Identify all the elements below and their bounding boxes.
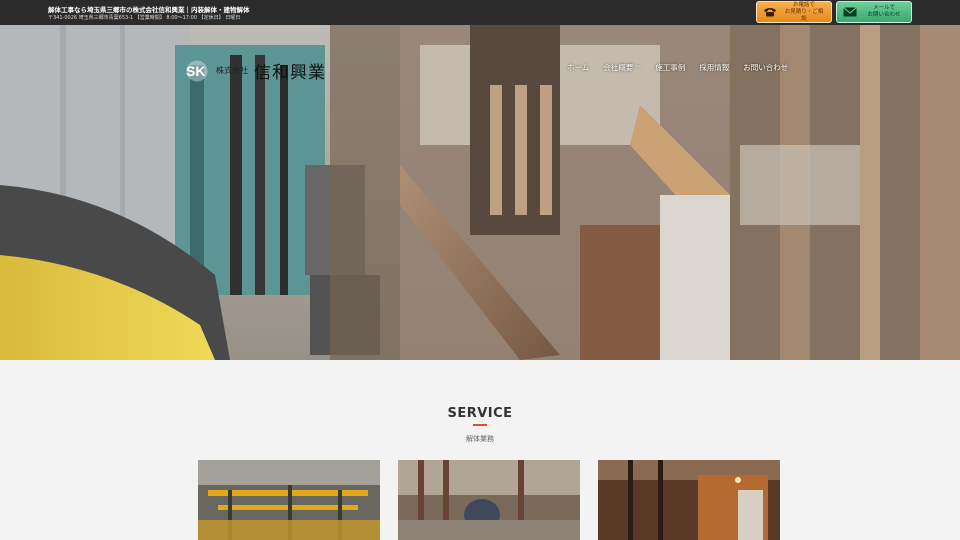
- service-card-2[interactable]: [398, 460, 580, 540]
- main-navigation: ホーム 会社概要 ﹀ 施工事例 採用情報 お問い合わせ: [567, 62, 788, 73]
- service-image-2: [398, 460, 580, 540]
- service-card-3[interactable]: [598, 460, 780, 540]
- company-address-hours: 〒341-0026 埼玉県三郷市青葉653-1 【営業時間】 8:00〜17:0…: [48, 15, 241, 21]
- company-logo[interactable]: SK 株式会社 信和興業: [184, 58, 326, 83]
- nav-item-contact-label: お問い合わせ: [743, 63, 789, 72]
- nav-item-works-label: 施工事例: [655, 63, 686, 72]
- nav-item-company-label: 会社概要: [603, 63, 634, 72]
- phone-icon: [764, 8, 776, 17]
- nav-item-company[interactable]: 会社概要 ﹀: [603, 62, 641, 73]
- service-section-subtitle: 解体業務: [466, 435, 494, 443]
- phone-cta-line1: お電話で: [792, 1, 815, 8]
- phone-estimate-button[interactable]: お電話で お見積り・ご相談: [756, 1, 832, 23]
- sk-logo-mark: SK: [186, 60, 208, 81]
- title-underline: [473, 424, 487, 426]
- nav-item-works[interactable]: 施工事例: [655, 62, 685, 73]
- mail-cta-line2: お問い合わせ: [867, 12, 901, 18]
- demolition-hero-image: [0, 25, 960, 360]
- service-image-1: [198, 460, 380, 540]
- nav-item-recruit-label: 採用情報: [699, 63, 730, 72]
- site-headline: 解体工事なら埼玉県三郷市の株式会社信和興業｜内装解体・建物解体: [48, 6, 250, 14]
- chevron-down-icon: ﹀: [635, 65, 642, 72]
- mail-contact-button[interactable]: メールで お問い合わせ: [836, 1, 912, 23]
- nav-item-home-label: ホーム: [567, 63, 590, 72]
- hero-banner: SK 株式会社 信和興業 ホーム 会社概要 ﹀ 施工事例 採用情報 お問い合わせ: [0, 25, 960, 360]
- service-image-3: [598, 460, 780, 540]
- nav-item-home[interactable]: ホーム: [567, 62, 589, 73]
- logo-company-name: 信和興業: [254, 63, 326, 83]
- nav-item-contact[interactable]: お問い合わせ: [743, 62, 788, 73]
- logo-prefix: 株式会社: [216, 66, 248, 75]
- mail-cta-line1: メールで: [872, 5, 895, 11]
- service-card-1[interactable]: [198, 460, 380, 540]
- mail-icon: [843, 7, 857, 17]
- top-info-bar: 解体工事なら埼玉県三郷市の株式会社信和興業｜内装解体・建物解体 〒341-002…: [0, 0, 960, 25]
- service-section-title: SERVICE: [447, 406, 513, 421]
- nav-item-recruit[interactable]: 採用情報: [699, 62, 729, 73]
- phone-cta-line2: お見積り・ご相談: [784, 8, 824, 22]
- logo-mark-text: SK: [186, 63, 205, 79]
